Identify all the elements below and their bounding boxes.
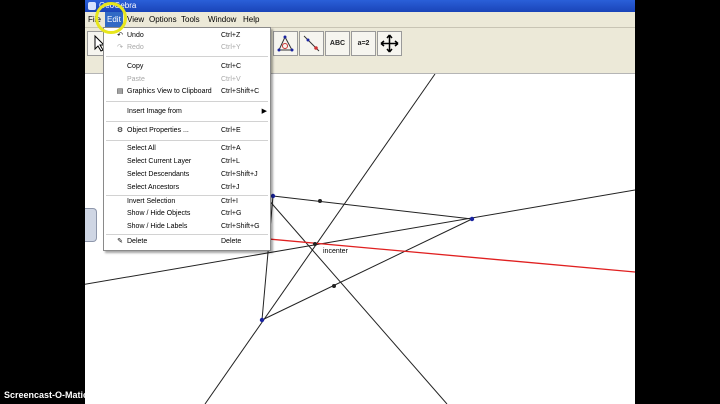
menu-separator (106, 56, 268, 57)
menu-view[interactable]: View (125, 12, 146, 27)
menu-item-select-current-layer[interactable]: Select Current Layer Ctrl+L (104, 156, 270, 168)
menu-item-invert-selection[interactable]: Invert Selection Ctrl+I (104, 196, 270, 208)
properties-icon: ⚙ (116, 127, 124, 134)
triangle-side[interactable] (261, 218, 473, 321)
menu-help[interactable]: Help (241, 12, 261, 27)
clipboard-icon: ▤ (116, 88, 124, 95)
menu-tools[interactable]: Tools (179, 12, 202, 27)
red-line[interactable] (234, 235, 635, 273)
slider-tool-label: a=2 (357, 40, 370, 47)
menu-item-show-hide-labels[interactable]: Show / Hide Labels Ctrl+Shift+G (104, 221, 270, 233)
redo-icon: ↷ (117, 44, 123, 51)
menu-item-undo[interactable]: ↶ Undo Ctrl+Z (104, 30, 270, 42)
incenter-point[interactable] (313, 242, 317, 246)
geogebra-app-icon (88, 2, 96, 10)
menu-item-redo[interactable]: ↷ Redo Ctrl+Y (104, 42, 270, 54)
vertex-point[interactable] (469, 216, 475, 222)
triangle-side[interactable] (272, 195, 473, 220)
submenu-arrow-icon: ▶ (261, 108, 267, 115)
menu-item-object-properties[interactable]: ⚙ Object Properties ... Ctrl+E (104, 125, 270, 137)
vertex-point[interactable] (270, 193, 276, 199)
tangent-point[interactable] (318, 199, 322, 203)
move-view-tool[interactable] (377, 31, 402, 56)
menu-bar: File Edit View Options Tools Window Help (85, 12, 635, 28)
line-tool[interactable] (299, 31, 324, 56)
menu-item-copy[interactable]: Copy Ctrl+C (104, 61, 270, 73)
undo-icon: ↶ (117, 32, 123, 39)
menu-item-graphics-to-clipboard[interactable]: ▤ Graphics View to Clipboard Ctrl+Shift+C (104, 86, 270, 98)
watermark-text: Screencast-O-Matic.com (4, 390, 110, 400)
side-panel-toggle[interactable] (85, 208, 97, 242)
text-tool-label: ABC (329, 40, 346, 47)
menu-window[interactable]: Window (206, 12, 238, 27)
menu-item-select-ancestors[interactable]: Select Ancestors Ctrl+J (104, 182, 270, 194)
menu-separator (106, 121, 268, 122)
edit-menu-dropdown: ↶ Undo Ctrl+Z ↷ Redo Ctrl+Y Copy Ctrl+C Paste… (103, 27, 271, 251)
menu-item-delete[interactable]: ✎ Delete Delete (104, 236, 270, 248)
menu-item-show-hide-objects[interactable]: Show / Hide Objects Ctrl+G (104, 208, 270, 220)
menu-item-insert-image[interactable]: Insert Image from ▶ (104, 106, 270, 118)
menu-item-select-descendants[interactable]: Select Descendants Ctrl+Shift+J (104, 169, 270, 181)
vertex-point[interactable] (259, 317, 265, 323)
menu-separator (106, 140, 268, 141)
slider-tool[interactable]: a=2 (351, 31, 376, 56)
triangle-incircle-icon (277, 35, 294, 52)
incenter-label: incenter (323, 248, 349, 255)
title-bar[interactable]: GeoGebra (85, 0, 635, 12)
menu-separator (106, 101, 268, 102)
move-arrows-icon (380, 34, 399, 53)
menu-options[interactable]: Options (147, 12, 179, 27)
tangent-point[interactable] (332, 284, 336, 288)
line-through-points-icon (303, 35, 320, 52)
menu-separator (106, 234, 268, 235)
eraser-icon: ✎ (117, 238, 123, 245)
mouse-highlight-ring (95, 2, 127, 34)
menu-item-select-all[interactable]: Select All Ctrl+A (104, 143, 270, 155)
triangle-tool[interactable] (273, 31, 298, 56)
text-tool[interactable]: ABC (325, 31, 350, 56)
menu-item-paste[interactable]: Paste Ctrl+V (104, 74, 270, 86)
